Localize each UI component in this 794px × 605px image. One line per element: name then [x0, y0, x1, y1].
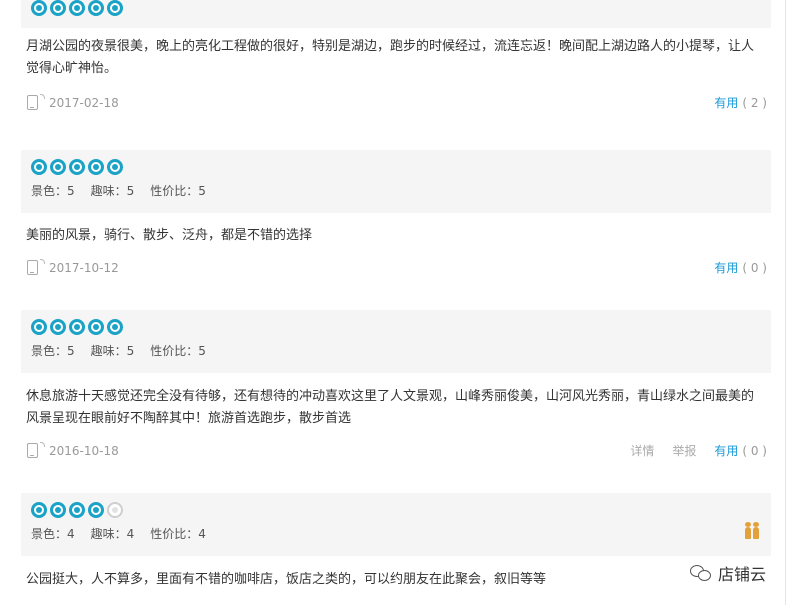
star-filled-icon: [88, 502, 104, 518]
review-list: 月湖公园的夜景很美，晚上的亮化工程做的很好，特别是湖边，跑步的时候经过，流连忘返…: [0, 0, 786, 605]
star-filled-icon: [31, 319, 47, 335]
score-list: 景色：5 趣味：5 性价比：5: [31, 343, 761, 359]
score-value: 性价比：5: [150, 184, 206, 198]
useful-button[interactable]: 有用( 0 ): [714, 260, 767, 276]
review-item: 月湖公园的夜景很美，晚上的亮化工程做的很好，特别是湖边，跑步的时候经过，流连忘返…: [21, 0, 771, 113]
review-item: 景色：5 趣味：5 性价比：5 美丽的风景，骑行、散步、泛舟，都是不错的选择 2…: [21, 150, 771, 278]
star-rating: [31, 319, 761, 335]
watermark-text: 店铺云: [717, 565, 766, 584]
score-scenery: 景色：5: [31, 344, 75, 358]
rating-box: 景色：5 趣味：5 性价比：5: [21, 310, 771, 373]
useful-button[interactable]: 有用( 2 ): [714, 95, 767, 111]
star-filled-icon: [31, 502, 47, 518]
score-value: 性价比：4: [150, 527, 206, 541]
report-link[interactable]: 举报: [672, 443, 696, 459]
people-badge-icon: [743, 522, 761, 539]
star-filled-icon: [69, 319, 85, 335]
score-fun: 趣味：5: [90, 344, 135, 358]
review-text: 美丽的风景，骑行、散步、泛舟，都是不错的选择: [26, 228, 313, 243]
score-fun: 趣味：5: [90, 184, 135, 198]
useful-count: ( 2 ): [742, 96, 767, 110]
review-text: 公园挺大，人不算多，里面有不错的咖啡店，饭店之类的，可以约朋友在此聚会，叙旧等等: [26, 572, 547, 587]
watermark: 店铺云: [689, 561, 766, 585]
score-scenery: 景色：5: [31, 184, 75, 198]
useful-count: ( 0 ): [742, 261, 767, 275]
useful-label: 有用: [714, 444, 739, 458]
useful-button[interactable]: 有用( 0 ): [714, 443, 767, 459]
score-value: 性价比：5: [150, 344, 206, 358]
score-scenery: 景色：4: [31, 527, 75, 541]
star-filled-icon: [50, 0, 66, 16]
star-filled-icon: [107, 159, 123, 175]
useful-label: 有用: [714, 261, 739, 275]
review-meta: 2017-02-18 有用( 2 ): [21, 94, 771, 113]
review-meta: 2017-10-12 有用( 0 ): [21, 259, 771, 278]
review-actions: 详情 举报 有用( 0 ): [630, 443, 767, 459]
useful-count: ( 0 ): [742, 444, 767, 458]
review-item: 景色：5 趣味：5 性价比：5 休息旅游十天感觉还完全没有待够，还有想待的冲动喜…: [21, 310, 771, 461]
star-filled-icon: [69, 159, 85, 175]
review-text: 月湖公园的夜景很美，晚上的亮化工程做的很好，特别是湖边，跑步的时候经过，流连忘返…: [26, 39, 755, 76]
score-list: 景色：4 趣味：4 性价比：4: [31, 526, 761, 542]
review-item: 景色：4 趣味：4 性价比：4 公园挺大，人不算多，里面有不错的咖啡店，饭店之类…: [21, 493, 771, 591]
phone-icon: [27, 442, 45, 458]
details-link[interactable]: 详情: [630, 443, 654, 459]
useful-label: 有用: [714, 96, 739, 110]
star-filled-icon: [88, 159, 104, 175]
score-fun: 趣味：4: [90, 527, 135, 541]
star-filled-icon: [50, 159, 66, 175]
star-filled-icon: [50, 502, 66, 518]
star-filled-icon: [107, 0, 123, 16]
wechat-icon: [689, 564, 712, 582]
star-filled-icon: [50, 319, 66, 335]
rating-box: [21, 0, 771, 28]
phone-icon: [27, 259, 45, 275]
review-date: 2017-10-12: [49, 261, 119, 275]
review-date: 2017-02-18: [49, 96, 119, 110]
review-text: 休息旅游十天感觉还完全没有待够，还有想待的冲动喜欢这里了人文景观，山峰秀丽俊美，…: [26, 389, 755, 426]
star-filled-icon: [69, 0, 85, 16]
star-filled-icon: [31, 159, 47, 175]
star-filled-icon: [69, 502, 85, 518]
star-rating: [31, 159, 761, 175]
review-actions: 有用( 2 ): [714, 95, 767, 111]
star-filled-icon: [88, 0, 104, 16]
review-date: 2016-10-18: [49, 444, 119, 458]
star-filled-icon: [31, 0, 47, 16]
star-filled-icon: [88, 319, 104, 335]
rating-box: 景色：5 趣味：5 性价比：5: [21, 150, 771, 213]
star-filled-icon: [107, 319, 123, 335]
review-actions: 有用( 0 ): [714, 260, 767, 276]
review-meta: 2016-10-18 详情 举报 有用( 0 ): [21, 442, 771, 461]
phone-icon: [27, 94, 45, 110]
score-list: 景色：5 趣味：5 性价比：5: [31, 183, 761, 199]
star-rating: [31, 502, 761, 518]
rating-box: 景色：4 趣味：4 性价比：4: [21, 493, 771, 556]
star-empty-icon: [107, 502, 123, 518]
star-rating: [31, 0, 761, 16]
